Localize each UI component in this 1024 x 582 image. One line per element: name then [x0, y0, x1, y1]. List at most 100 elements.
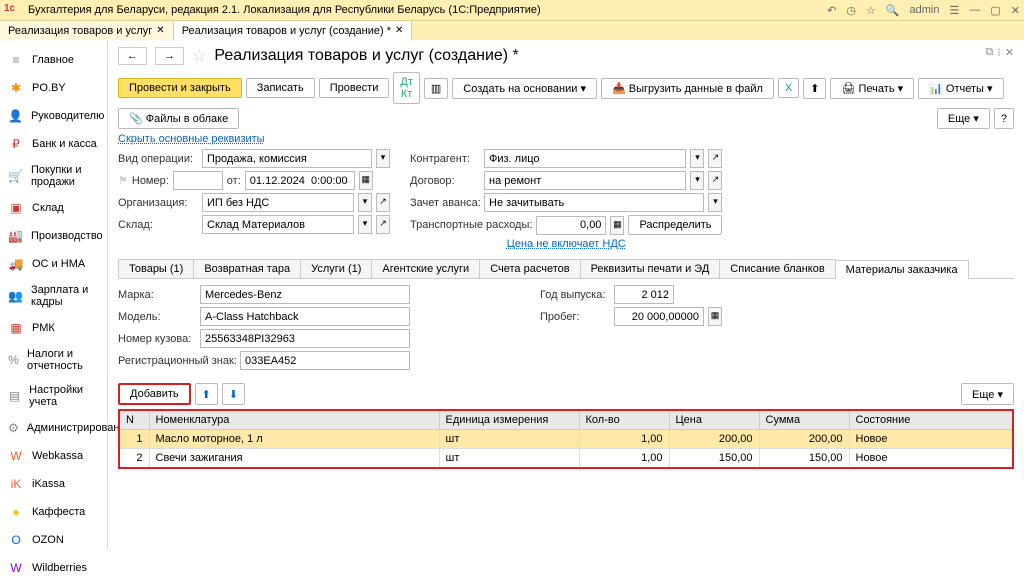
operation-field[interactable] [202, 149, 372, 168]
upload-icon[interactable]: ⬆ [803, 78, 826, 99]
dt-kt-icon[interactable]: ДтКт [393, 72, 420, 104]
counterparty-field[interactable] [484, 149, 686, 168]
sidebar-item[interactable]: 🛒Покупки и продажи [0, 158, 107, 194]
close-doc-icon[interactable]: ✕ [1005, 46, 1014, 59]
dropdown-icon[interactable]: ▾ [358, 193, 372, 212]
move-down-button[interactable]: ⬇ [222, 383, 245, 405]
excel-icon[interactable]: X [778, 78, 799, 98]
plate-field[interactable] [240, 351, 410, 370]
table-header[interactable]: Кол-во [579, 410, 669, 430]
maximize-icon[interactable]: ▢ [990, 4, 1000, 17]
table-row[interactable]: 2Свечи зажиганияшт1,00150,00150,00Новое [119, 449, 1013, 469]
more-button[interactable]: Еще ▾ [937, 108, 990, 129]
sidebar-item[interactable]: ✱PO.BY [0, 74, 107, 102]
dropdown-icon[interactable]: ▾ [708, 193, 722, 212]
transport-field[interactable] [536, 216, 606, 235]
cloud-files-button[interactable]: 📎 Файлы в облаке [118, 108, 239, 129]
export-button[interactable]: 📥 Выгрузить данные в файл [601, 78, 774, 99]
star-icon[interactable]: ☆ [866, 4, 876, 17]
doc-tab[interactable]: Счета расчетов [479, 259, 580, 278]
open-icon[interactable]: ↗ [708, 171, 722, 190]
table-header[interactable]: Номенклатура [149, 410, 439, 430]
app-tab[interactable]: Реализация товаров и услуг ✕ [0, 21, 174, 40]
nav-back-button[interactable]: ← [118, 47, 147, 65]
flag-icon[interactable]: ⚑ [118, 174, 128, 187]
sidebar-item[interactable]: ●Каффеста [0, 498, 107, 526]
sidebar-item[interactable]: ▦РМК [0, 314, 107, 342]
sidebar-item[interactable]: 🚚ОС и НМА [0, 250, 107, 278]
doc-tab[interactable]: Реквизиты печати и ЭД [580, 259, 721, 278]
table-header[interactable]: Цена [669, 410, 759, 430]
sidebar-item[interactable]: 👥Зарплата и кадры [0, 278, 107, 314]
advance-field[interactable] [484, 193, 704, 212]
post-button[interactable]: Провести [319, 78, 390, 98]
doc-tab[interactable]: Услуги (1) [300, 259, 372, 278]
dropdown-icon[interactable]: ▾ [358, 215, 372, 234]
sidebar-item[interactable]: ≡Главное [0, 46, 107, 74]
tab-close-icon[interactable]: ✕ [395, 25, 403, 36]
sidebar-item[interactable]: WWebkassa [0, 442, 107, 470]
table-row[interactable]: 1Масло моторное, 1 лшт1,00200,00200,00Но… [119, 430, 1013, 449]
table-header[interactable]: Состояние [849, 410, 1013, 430]
doc-tab[interactable]: Возвратная тара [193, 259, 301, 278]
sidebar-item[interactable]: ⚙Администрирование [0, 414, 107, 442]
calc-icon[interactable]: ▦ [610, 216, 624, 235]
doc-tab[interactable]: Списание бланков [719, 259, 835, 278]
calendar-icon[interactable]: ▦ [359, 171, 373, 190]
search-icon[interactable]: 🔍 [886, 4, 900, 17]
reports-button[interactable]: 📊 Отчеты ▾ [918, 78, 1003, 99]
sidebar-item[interactable]: iKiKassa [0, 470, 107, 498]
contract-field[interactable] [484, 171, 686, 190]
hide-main-fields-link[interactable]: Скрыть основные реквизиты [118, 133, 265, 145]
calc-icon[interactable]: ▦ [708, 307, 722, 326]
sidebar-item[interactable]: %Налоги и отчетность [0, 342, 107, 378]
table-more-button[interactable]: Еще ▾ [961, 383, 1014, 405]
sidebar-item[interactable]: 👤Руководителю [0, 102, 107, 130]
app-tab[interactable]: Реализация товаров и услуг (создание) * … [174, 21, 413, 40]
dropdown-icon[interactable]: ▾ [376, 149, 390, 168]
minimize-icon[interactable]: — [969, 4, 980, 16]
write-button[interactable]: Записать [246, 78, 315, 98]
history-icon[interactable]: ◷ [846, 4, 856, 17]
mileage-field[interactable] [614, 307, 704, 326]
open-icon[interactable]: ↗ [376, 215, 390, 234]
nav-back-icon[interactable]: ↶ [827, 4, 836, 17]
pin-icon[interactable]: ⁝ [997, 46, 1001, 59]
open-icon[interactable]: ↗ [376, 193, 390, 212]
table-header[interactable]: Сумма [759, 410, 849, 430]
brand-field[interactable] [200, 285, 410, 304]
table-header[interactable]: Единица измерения [439, 410, 579, 430]
doc-tab[interactable]: Агентские услуги [371, 259, 480, 278]
sidebar-item[interactable]: ▣Склад [0, 194, 107, 222]
warehouse-field[interactable] [202, 215, 354, 234]
number-field[interactable] [173, 171, 223, 190]
detach-icon[interactable]: ⧉ [985, 46, 993, 59]
sidebar-item[interactable]: 🏭Производство [0, 222, 107, 250]
nav-fwd-button[interactable]: → [155, 47, 184, 65]
sidebar-item[interactable]: ▤Настройки учета [0, 378, 107, 414]
table-header[interactable]: N [119, 410, 149, 430]
menu-icon[interactable]: ☰ [950, 4, 960, 17]
print-button[interactable]: 🖨 Печать ▾ [830, 78, 914, 99]
dropdown-icon[interactable]: ▾ [690, 149, 704, 168]
year-field[interactable] [614, 285, 674, 304]
add-row-button[interactable]: Добавить [118, 383, 191, 405]
distribute-button[interactable]: Распределить [628, 215, 722, 235]
doc-tab[interactable]: Товары (1) [118, 259, 194, 278]
favorite-icon[interactable]: ☆ [192, 46, 206, 66]
dropdown-icon[interactable]: ▾ [690, 171, 704, 190]
help-button[interactable]: ? [994, 108, 1014, 129]
scan-icon[interactable]: ▥ [424, 78, 448, 99]
date-field[interactable] [245, 171, 355, 190]
create-based-button[interactable]: Создать на основании ▾ [452, 78, 597, 99]
sidebar-item[interactable]: WWildberries [0, 554, 107, 582]
tab-close-icon[interactable]: ✕ [156, 25, 164, 36]
model-field[interactable] [200, 307, 410, 326]
close-icon[interactable]: ✕ [1011, 4, 1020, 17]
org-field[interactable] [202, 193, 354, 212]
open-icon[interactable]: ↗ [708, 149, 722, 168]
post-close-button[interactable]: Провести и закрыть [118, 78, 242, 98]
sidebar-item[interactable]: ₽Банк и касса [0, 130, 107, 158]
vat-link[interactable]: Цена не включает НДС [507, 238, 626, 250]
doc-tab[interactable]: Материалы заказчика [835, 260, 969, 279]
